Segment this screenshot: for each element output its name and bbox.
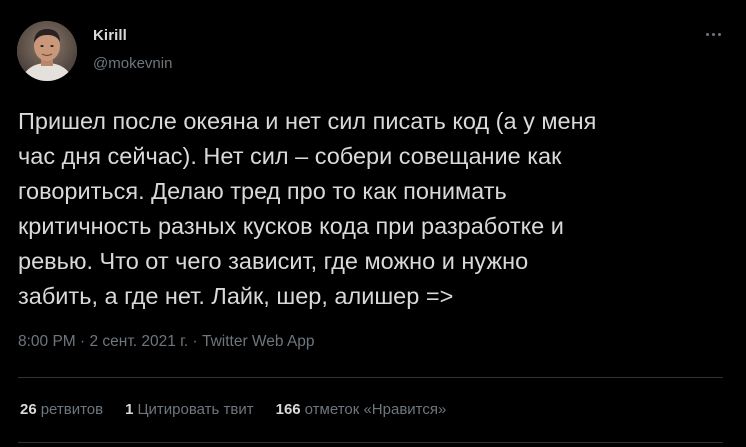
retweets-label: ретвитов: [40, 401, 104, 418]
tweet-text: Пришел после океяна и нет сил писать код…: [18, 108, 597, 309]
more-dots-icon: [717, 32, 721, 36]
quotes-count: 1: [125, 401, 134, 418]
more-options-button[interactable]: [698, 24, 728, 44]
tweet-stats: 26 ретвитов 1 Цитировать твит 166 отмето…: [20, 401, 446, 418]
likes-count: 166: [275, 401, 301, 418]
tweet-timestamp[interactable]: 8:00 PM · 2 сент. 2021 г. · Twitter Web …: [18, 333, 315, 351]
tweet-card: Kirill @mokevnin Пришел после океяна и н…: [0, 0, 746, 447]
retweets-count: 26: [20, 401, 37, 418]
retweets-stat[interactable]: 26 ретвитов: [20, 401, 103, 418]
quotes-stat[interactable]: 1 Цитировать твит: [125, 401, 254, 418]
more-dots-icon: [705, 32, 709, 36]
likes-label: отметок «Нравится»: [304, 401, 447, 418]
divider: [18, 377, 723, 378]
author-display-name[interactable]: Kirill: [93, 27, 127, 44]
quotes-label: Цитировать твит: [137, 401, 254, 418]
divider: [18, 442, 723, 443]
avatar[interactable]: [17, 21, 77, 81]
avatar-image: [17, 21, 77, 81]
author-handle[interactable]: @mokevnin: [93, 55, 172, 72]
more-dots-icon: [711, 32, 715, 36]
likes-stat[interactable]: 166 отметок «Нравится»: [276, 401, 447, 418]
